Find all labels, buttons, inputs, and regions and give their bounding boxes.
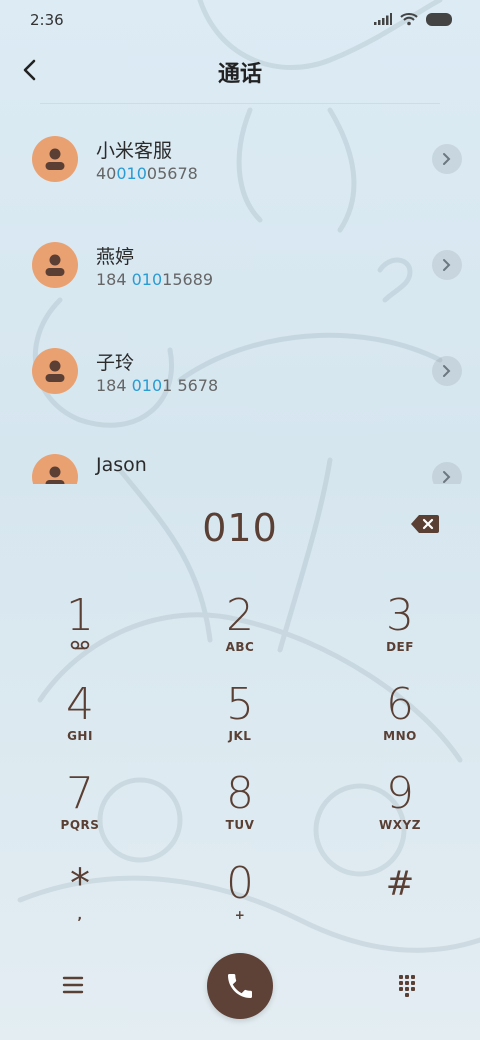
contact-name: 小米客服 [96,140,173,162]
match-highlight: 010 [116,164,147,183]
key-digit: 0 [226,858,254,909]
key-digit: 4 [66,679,94,730]
battery-icon [426,12,452,26]
contact-number: 4001005678 [96,164,198,183]
header: 通话 [0,46,480,94]
dialpad-icon [399,975,415,997]
avatar [32,348,78,394]
backspace-icon [411,515,439,533]
avatar [32,242,78,288]
person-icon [45,360,65,382]
key-hash[interactable]: # [345,860,455,940]
person-icon [45,254,65,276]
key-letters: TUV [225,818,255,832]
contact-number: 184 01015689 [96,270,214,289]
contact-row[interactable]: 子玲 184 0101 5678 [0,348,480,440]
key-9[interactable]: 9 WXYZ [345,770,455,850]
key-digit: 3 [386,590,414,641]
contact-row[interactable]: 燕婷 184 01015689 [0,242,480,334]
contact-details-button[interactable] [432,356,462,386]
key-digit: 1 [66,590,94,641]
chevron-right-icon [443,471,451,483]
key-digit: * [70,861,90,907]
contact-number: 184 0101 5678 [96,376,219,395]
key-digit: 5 [226,679,254,730]
status-icons [374,12,454,26]
dialpad-toggle-button[interactable] [392,970,422,1000]
dial-number-display[interactable]: 010 [0,506,480,550]
contact-name: Jason [96,454,147,476]
phone-icon [228,974,252,998]
key-7[interactable]: 7 PQRS [25,770,135,850]
page-title: 通话 [217,62,262,87]
wifi-icon [400,13,418,26]
person-icon [45,466,65,484]
key-digit: 9 [386,768,414,819]
key-0[interactable]: 0 + [185,860,295,940]
key-letters: PQRS [60,818,100,832]
key-3[interactable]: 3 DEF [345,592,455,672]
backspace-button[interactable] [410,513,444,541]
key-1[interactable]: 1 [25,592,135,672]
avatar [32,136,78,182]
header-divider [40,103,440,104]
key-letters: JKL [228,729,252,743]
avatar [32,454,78,484]
contact-details-button[interactable] [432,462,462,484]
call-button[interactable] [207,953,273,1019]
chevron-right-icon [443,153,451,165]
menu-button[interactable] [58,970,88,1000]
key-6[interactable]: 6 MNO [345,681,455,761]
key-letters: + [234,908,246,922]
key-digit: 2 [226,590,254,641]
key-2[interactable]: 2 ABC [185,592,295,672]
contact-name: 子玲 [96,352,135,374]
key-8[interactable]: 8 TUV [185,770,295,850]
contact-details-button[interactable] [432,250,462,280]
status-time: 2:36 [30,11,64,29]
key-digit: 8 [226,768,254,819]
key-letters: , [77,908,83,922]
voicemail-icon [70,640,90,650]
key-5[interactable]: 5 JKL [185,681,295,761]
key-digit: # [385,864,415,904]
key-letters: GHI [67,729,93,743]
key-letters: WXYZ [379,818,421,832]
person-icon [45,148,65,170]
key-letters: ABC [225,640,255,654]
match-highlight: 010 [131,270,163,289]
signal-icon [374,13,392,25]
match-highlight: 010 [131,376,163,395]
menu-icon [62,976,84,994]
key-star[interactable]: * , [25,860,135,940]
contact-row[interactable]: 小米客服 4001005678 [0,136,480,228]
key-4[interactable]: 4 GHI [25,681,135,761]
key-digit: 6 [386,679,414,730]
key-digit: 7 [66,768,94,819]
contact-name: 燕婷 [96,246,135,268]
contact-row[interactable]: Jason [0,454,480,484]
chevron-right-icon [443,259,451,271]
contact-list[interactable]: 小米客服 4001005678 燕婷 184 01015689 子玲 184 0… [0,120,480,484]
chevron-right-icon [443,365,451,377]
status-bar: 2:36 [0,0,480,40]
key-letters: DEF [386,640,414,654]
key-letters: MNO [383,729,417,743]
contact-details-button[interactable] [432,144,462,174]
